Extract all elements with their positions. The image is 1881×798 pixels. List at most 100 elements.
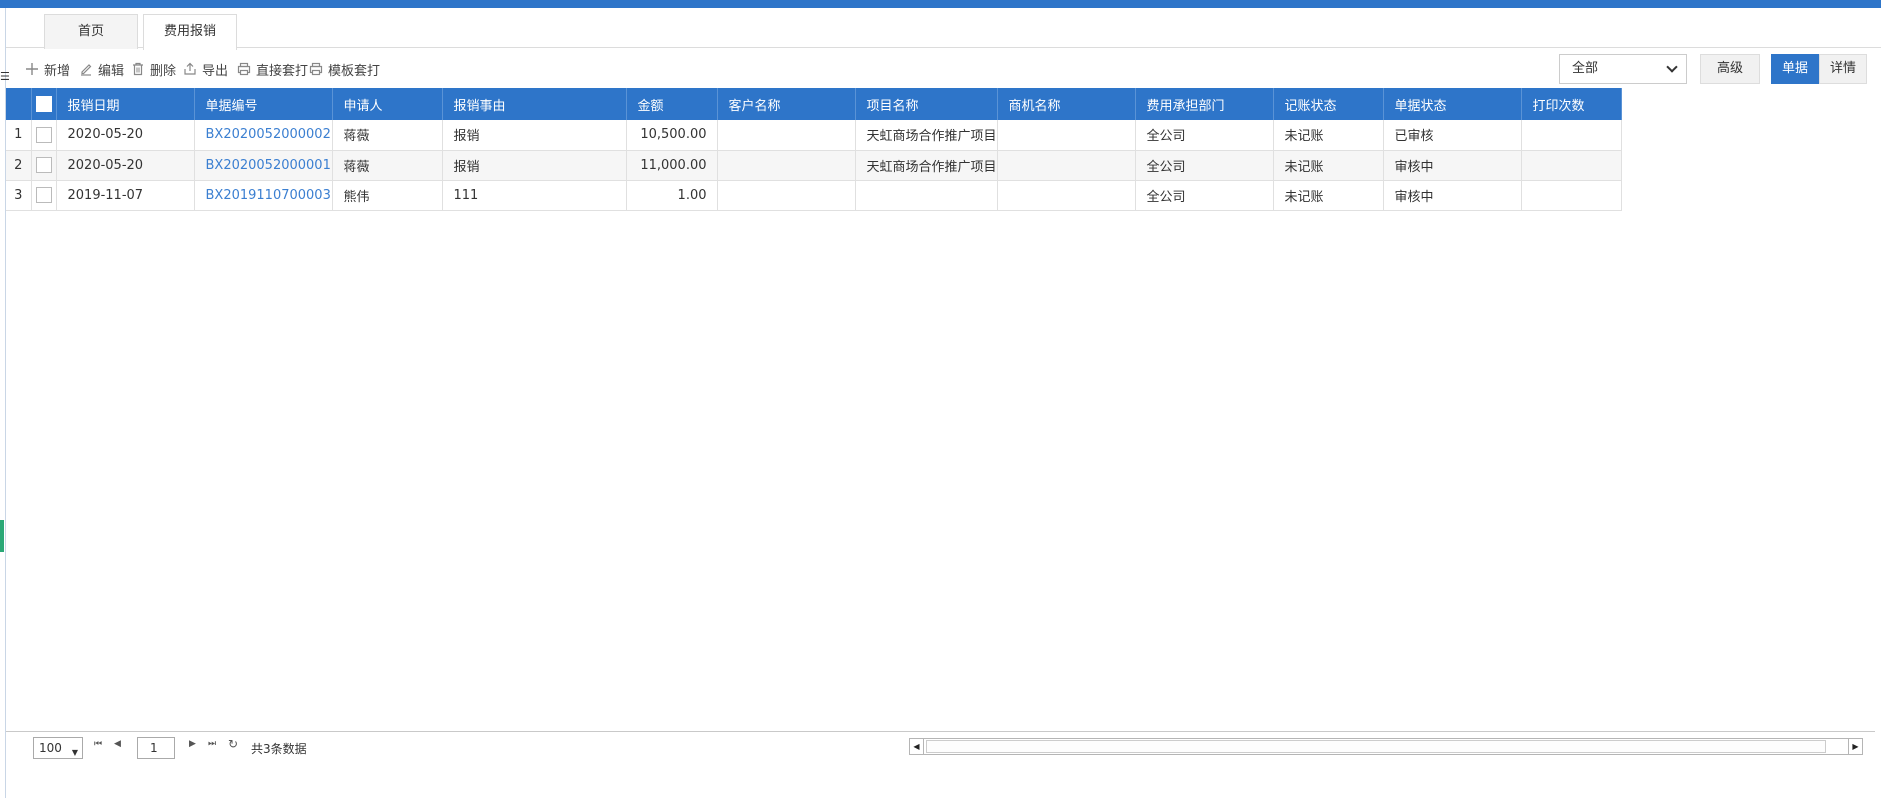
table-row[interactable]: 2 2020-05-20 BX2020052000001 蒋薇 报销 11,00… — [6, 150, 1622, 181]
table-row[interactable]: 1 2020-05-20 BX2020052000002 蒋薇 报销 10,50… — [6, 120, 1622, 151]
cell-applicant: 蒋薇 — [332, 150, 443, 181]
printer-icon — [308, 61, 324, 77]
table-header-row: 报销日期 单据编号 申请人 报销事由 金额 客户名称 项目名称 商机名称 费用承… — [6, 88, 1622, 120]
cell-status: 审核中 — [1383, 180, 1522, 211]
edit-label: 编辑 — [98, 63, 125, 79]
plus-icon — [24, 61, 40, 77]
prev-page-icon[interactable]: ◀ — [114, 739, 121, 749]
cell-prints — [1521, 150, 1622, 181]
total-count: 共3条数据 — [251, 742, 307, 756]
column-header[interactable]: 报销事由 — [442, 88, 627, 120]
cell-posting: 未记账 — [1273, 180, 1384, 211]
first-page-icon[interactable]: ⏮ — [94, 739, 102, 749]
column-header[interactable]: 报销日期 — [56, 88, 195, 120]
cell-dept: 全公司 — [1135, 150, 1274, 181]
horizontal-scrollbar[interactable]: ◀ ▶ — [909, 738, 1863, 755]
column-header[interactable]: 费用承担部门 — [1135, 88, 1274, 120]
filter-select[interactable]: 全部 — [1559, 54, 1687, 84]
scroll-left-icon[interactable]: ◀ — [910, 739, 924, 754]
column-header[interactable]: 申请人 — [332, 88, 443, 120]
cell-code-link[interactable]: BX2020052000001 — [194, 150, 333, 181]
last-page-icon[interactable]: ⏭ — [208, 739, 216, 749]
cell-opportunity — [997, 150, 1136, 181]
delete-label: 删除 — [150, 63, 177, 79]
cell-prints — [1521, 180, 1622, 211]
column-header[interactable]: 商机名称 — [997, 88, 1136, 120]
cell-project — [855, 180, 998, 211]
row-checkbox[interactable] — [31, 120, 57, 151]
row-checkbox[interactable] — [31, 150, 57, 181]
row-number-header — [6, 88, 32, 120]
column-header[interactable]: 项目名称 — [855, 88, 998, 120]
cell-posting: 未记账 — [1273, 120, 1384, 151]
direct-print-button[interactable]: 直接套打 — [236, 60, 309, 79]
row-number: 1 — [6, 120, 32, 151]
sidebar-active-marker — [0, 520, 4, 552]
page-size-select[interactable]: 100 ▼ — [33, 737, 83, 759]
advanced-search-button[interactable]: 高级 — [1700, 54, 1760, 84]
export-label: 导出 — [202, 63, 229, 79]
cell-applicant: 蒋薇 — [332, 120, 443, 151]
add-button[interactable]: 新增 — [24, 60, 71, 79]
column-header[interactable]: 记账状态 — [1273, 88, 1384, 120]
cell-customer — [717, 150, 856, 181]
page-number-input[interactable]: 1 — [137, 737, 175, 759]
cell-date: 2020-05-20 — [56, 120, 195, 151]
cell-customer — [717, 120, 856, 151]
column-header[interactable]: 金额 — [626, 88, 718, 120]
cell-posting: 未记账 — [1273, 150, 1384, 181]
cell-prints — [1521, 120, 1622, 151]
column-header[interactable]: 单据编号 — [194, 88, 333, 120]
filter-select-value: 全部 — [1572, 61, 1599, 76]
trash-icon — [130, 61, 146, 77]
cell-opportunity — [997, 180, 1136, 211]
cell-dept: 全公司 — [1135, 120, 1274, 151]
pencil-icon — [78, 61, 94, 77]
view-detail-button[interactable]: 详情 — [1819, 54, 1867, 84]
printer-icon — [236, 61, 252, 77]
cell-status: 已审核 — [1383, 120, 1522, 151]
add-label: 新增 — [44, 63, 71, 79]
tab-expense-reimbursement[interactable]: 费用报销 — [143, 14, 237, 50]
column-header[interactable]: 打印次数 — [1521, 88, 1622, 120]
cell-project: 天虹商场合作推广项目 — [855, 120, 998, 151]
export-button[interactable]: 导出 — [182, 60, 229, 79]
tab-home[interactable]: 首页 — [44, 14, 138, 49]
cell-date: 2019-11-07 — [56, 180, 195, 211]
cell-reason: 报销 — [442, 120, 627, 151]
scroll-right-icon[interactable]: ▶ — [1848, 739, 1862, 754]
select-all-checkbox[interactable] — [31, 88, 57, 120]
data-table: 报销日期 单据编号 申请人 报销事由 金额 客户名称 项目名称 商机名称 费用承… — [6, 88, 1622, 211]
cell-status: 审核中 — [1383, 150, 1522, 181]
edit-button[interactable]: 编辑 — [78, 60, 125, 79]
refresh-icon[interactable]: ↻ — [228, 737, 238, 751]
direct-print-label: 直接套打 — [256, 63, 309, 79]
cell-dept: 全公司 — [1135, 180, 1274, 211]
cell-customer — [717, 180, 856, 211]
column-header[interactable]: 客户名称 — [717, 88, 856, 120]
template-print-label: 模板套打 — [328, 63, 381, 79]
row-number: 2 — [6, 150, 32, 181]
cell-code-link[interactable]: BX2020052000002 — [194, 120, 333, 151]
cell-reason: 111 — [442, 180, 627, 211]
cell-reason: 报销 — [442, 150, 627, 181]
row-checkbox[interactable] — [31, 180, 57, 211]
top-accent-bar — [0, 0, 1881, 8]
row-number: 3 — [6, 180, 32, 211]
cell-code-link[interactable]: BX2019110700003 — [194, 180, 333, 211]
pagination-bar: 100 ▼ ⏮ ◀ 1 ▶ ⏭ ↻ 共3条数据 ◀ ▶ — [6, 734, 1875, 764]
toolbar: 新增 编辑 删除 导出 直接套打 模板套打 全部 高级 单据 详情 — [6, 50, 1881, 88]
caret-down-icon: ▼ — [71, 748, 78, 757]
table-row[interactable]: 3 2019-11-07 BX2019110700003 熊伟 111 1.00… — [6, 180, 1622, 211]
cell-amount: 11,000.00 — [626, 150, 718, 181]
view-single-button[interactable]: 单据 — [1771, 54, 1819, 84]
template-print-button[interactable]: 模板套打 — [308, 60, 381, 79]
cell-amount: 10,500.00 — [626, 120, 718, 151]
column-header[interactable]: 单据状态 — [1383, 88, 1522, 120]
chevron-down-icon — [1666, 61, 1678, 73]
delete-button[interactable]: 删除 — [130, 60, 177, 79]
next-page-icon[interactable]: ▶ — [189, 739, 196, 749]
cell-project: 天虹商场合作推广项目 — [855, 150, 998, 181]
scrollbar-thumb[interactable] — [926, 740, 1826, 753]
page-size-value: 100 — [39, 741, 62, 755]
